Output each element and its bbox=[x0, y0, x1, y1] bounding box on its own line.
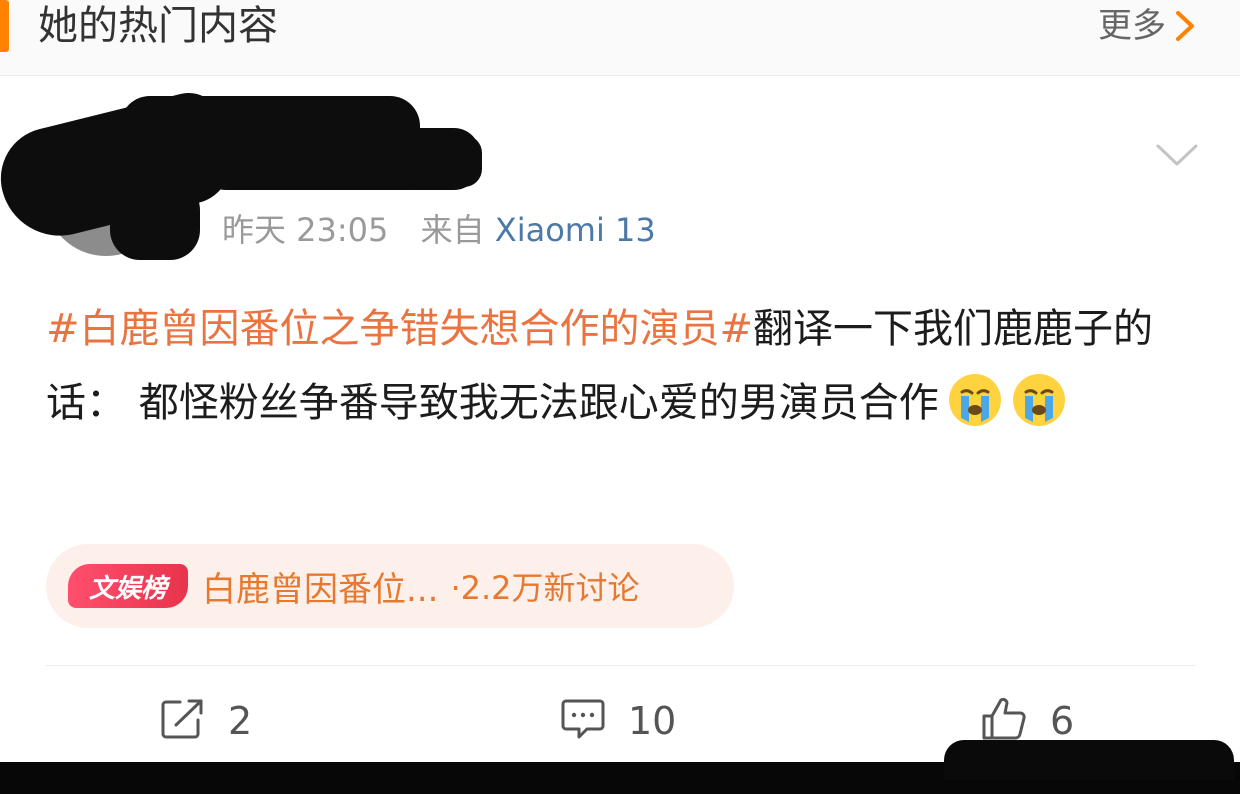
post-time: 昨天 23:05 bbox=[222, 211, 389, 249]
divider bbox=[46, 665, 1196, 666]
topic-link[interactable]: #白鹿曾因番位之争错失想合作的演员# bbox=[46, 306, 753, 352]
post-source[interactable]: Xiaomi 13 bbox=[495, 211, 656, 249]
post-from-label: 来自 bbox=[420, 211, 485, 249]
like-count: 6 bbox=[1050, 699, 1075, 743]
comment-button[interactable]: 10 bbox=[560, 696, 676, 746]
redaction-scribble bbox=[110, 180, 200, 260]
more-label: 更多 bbox=[1098, 6, 1166, 46]
chevron-down-icon[interactable] bbox=[1154, 140, 1200, 170]
comment-count: 10 bbox=[628, 699, 677, 743]
hot-topic-tag[interactable]: 文娱榜 白鹿曾因番位... ·2.2万新讨论 bbox=[46, 544, 734, 628]
comment-icon bbox=[560, 697, 606, 745]
repost-icon bbox=[160, 698, 206, 744]
redaction-scribble bbox=[400, 135, 482, 187]
repost-count: 2 bbox=[228, 699, 253, 743]
post-content: #白鹿曾因番位之争错失想合作的演员#翻译一下我们鹿鹿子的话： 都怪粉丝争番导致我… bbox=[46, 292, 1196, 440]
redacted-watermark bbox=[944, 740, 1234, 780]
crying-face-emoji bbox=[1011, 372, 1067, 428]
hot-list-badge: 文娱榜 bbox=[68, 564, 188, 608]
post-meta: 昨天 23:05 来自 Xiaomi 13 bbox=[222, 210, 656, 250]
hot-topic-title: 白鹿曾因番位... bbox=[202, 569, 439, 610]
repost-button[interactable]: 2 bbox=[160, 696, 252, 746]
hot-topic-count: ·2.2万新讨论 bbox=[450, 569, 640, 607]
like-button[interactable]: 6 bbox=[980, 696, 1074, 746]
crying-face-emoji bbox=[947, 372, 1003, 428]
section-header: 她的热门内容 更多 bbox=[0, 0, 1240, 76]
chevron-right-icon bbox=[1174, 6, 1200, 46]
more-link[interactable]: 更多 bbox=[1098, 6, 1200, 46]
thumbs-up-icon bbox=[980, 696, 1028, 746]
section-title: 她的热门内容 bbox=[38, 3, 278, 49]
header-accent-bar bbox=[0, 0, 9, 52]
